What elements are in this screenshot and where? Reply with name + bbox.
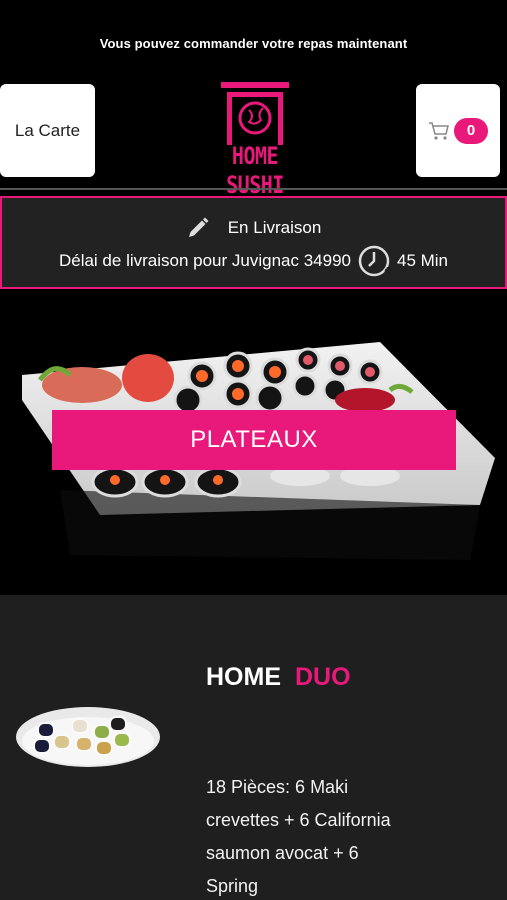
- brand-name: HOME SUSHI: [226, 141, 284, 199]
- torii-logo-icon: [221, 82, 289, 145]
- product-description: 18 Pièces: 6 Maki crevettes + 6 Californ…: [206, 777, 391, 896]
- plateaux-category-button[interactable]: PLATEAUX: [52, 410, 456, 470]
- order-now-notice: Vous pouvez commander votre repas mainte…: [99, 36, 408, 51]
- pencil-icon[interactable]: [186, 216, 210, 240]
- cart-count-badge: 0: [454, 117, 488, 144]
- delivery-delay-time: 45 Min: [396, 251, 449, 270]
- product-image: [16, 707, 160, 767]
- category-banner-plateaux[interactable]: PLATEAUX: [0, 290, 507, 595]
- product-title: HOME DUO: [206, 663, 351, 692]
- cart-icon: [429, 121, 449, 140]
- header-divider: [0, 188, 507, 190]
- product-title-part2: DUO: [295, 663, 351, 691]
- delivery-mode: En Livraison: [227, 218, 322, 237]
- menu-button[interactable]: La Carte: [0, 84, 95, 177]
- brand-logo[interactable]: HOME SUSHI: [199, 80, 311, 199]
- cart-button[interactable]: 0: [416, 84, 500, 177]
- delivery-delay-text: Délai de livraison pour Juvignac 34990: [58, 251, 351, 270]
- product-card-home-duo[interactable]: HOME DUO 18 Pièces: 6 Maki crevettes + 6 …: [0, 595, 507, 900]
- menu-button-label: La Carte: [14, 120, 81, 140]
- delivery-info-box[interactable]: En Livraison Délai de livraison pour Juv…: [0, 196, 507, 289]
- product-title-part1: HOME: [206, 663, 281, 691]
- clock-icon: [358, 245, 391, 277]
